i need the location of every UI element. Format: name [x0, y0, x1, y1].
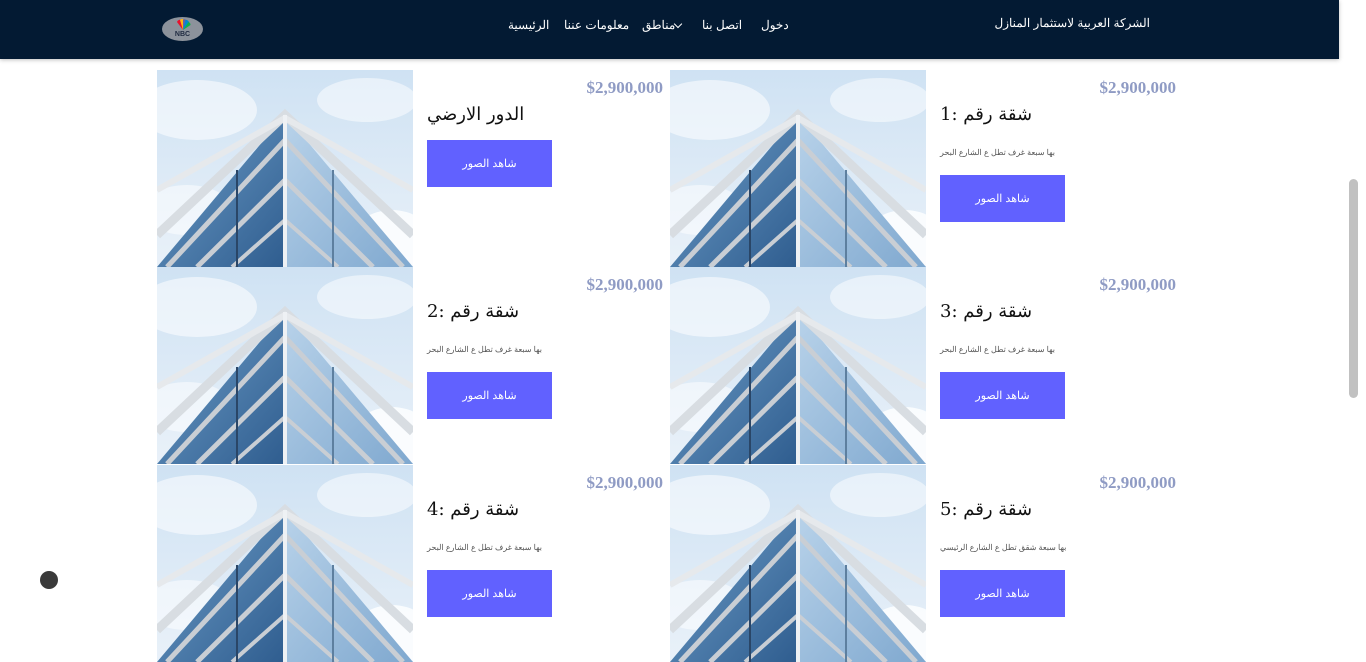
building-photo: [670, 267, 926, 464]
logo-text: NBC: [174, 31, 191, 38]
nav-home[interactable]: الرئيسية: [508, 18, 549, 32]
listing-description: بها سبعة شقق تطل ع الشارع الرئيسي: [940, 543, 1067, 552]
building-photo: [670, 465, 926, 662]
listing-card: $2,900,000 شقة رقم :4 بها سبعة غرف تطل ع…: [157, 465, 667, 662]
view-photos-button[interactable]: شاهد الصور: [427, 372, 552, 419]
listing-description: بها سبعة غرف تطل ع الشارع البحر: [940, 345, 1055, 354]
chevron-down-icon: [674, 19, 683, 28]
listing-title: شقة رقم :3: [940, 301, 1033, 322]
building-photo: [670, 70, 926, 267]
listing-title: شقة رقم :2: [427, 301, 520, 322]
view-photos-button[interactable]: شاهد الصور: [940, 175, 1065, 222]
nav-regions[interactable]: مناطق: [642, 18, 685, 32]
nav-login[interactable]: دخول: [761, 18, 789, 32]
nav-home-label: الرئيسية: [508, 18, 550, 32]
nav-login-label: دخول: [761, 18, 789, 32]
listing-card: $2,900,000 شقة رقم :2 بها سبعة غرف تطل ع…: [157, 267, 667, 464]
peacock-icon: [177, 19, 191, 30]
listing-title: شقة رقم :1: [940, 104, 1033, 125]
nbc-logo[interactable]: NBC: [162, 17, 203, 41]
view-photos-button[interactable]: شاهد الصور: [427, 140, 552, 187]
view-photos-button[interactable]: شاهد الصور: [427, 570, 552, 617]
nav-regions-label: مناطق: [642, 18, 676, 32]
listing-title: الدور الارضي: [427, 104, 525, 125]
scrollbar-thumb[interactable]: [1349, 179, 1358, 398]
listing-price: $2,900,000: [586, 78, 664, 97]
floating-chat-button[interactable]: [40, 571, 58, 589]
nav-about[interactable]: معلومات عننا: [564, 18, 629, 32]
building-photo: [157, 70, 413, 267]
nav-contact[interactable]: اتصل بنا: [702, 18, 742, 32]
listing-description: بها سبعة غرف تطل ع الشارع البحر: [427, 543, 542, 552]
listing-title: شقة رقم :5: [940, 499, 1033, 520]
listing-card: $2,900,000 شقة رقم :5 بها سبعة شقق تطل ع…: [670, 465, 1180, 662]
listing-card: $2,900,000 شقة رقم :1 بها سبعة غرف تطل ع…: [670, 70, 1180, 267]
view-photos-button[interactable]: شاهد الصور: [940, 372, 1065, 419]
listing-price: $2,900,000: [586, 473, 664, 492]
brand-name[interactable]: الشركة العربية لاستثمار المنازل: [994, 16, 1150, 30]
listing-price: $2,900,000: [1099, 78, 1177, 97]
listing-price: $2,900,000: [586, 275, 664, 294]
building-photo: [157, 267, 413, 464]
nav-contact-label: اتصل بنا: [702, 18, 743, 32]
listing-title: شقة رقم :4: [427, 499, 520, 520]
listing-description: بها سبعة غرف تطل ع الشارع البحر: [427, 345, 542, 354]
listing-card: $2,900,000 شقة رقم :3 بها سبعة غرف تطل ع…: [670, 267, 1180, 464]
listing-description: بها سبعة غرف تطل ع الشارع البحر: [940, 148, 1055, 157]
listing-price: $2,900,000: [1099, 275, 1177, 294]
view-photos-button[interactable]: شاهد الصور: [940, 570, 1065, 617]
listing-card: $2,900,000 الدور الارضي شاهد الصور: [157, 70, 667, 267]
building-photo: [157, 465, 413, 662]
nav-about-label: معلومات عننا: [564, 18, 630, 32]
navbar: NBC الرئيسية معلومات عننا مناطق اتصل بنا…: [0, 0, 1339, 59]
listing-price: $2,900,000: [1099, 473, 1177, 492]
